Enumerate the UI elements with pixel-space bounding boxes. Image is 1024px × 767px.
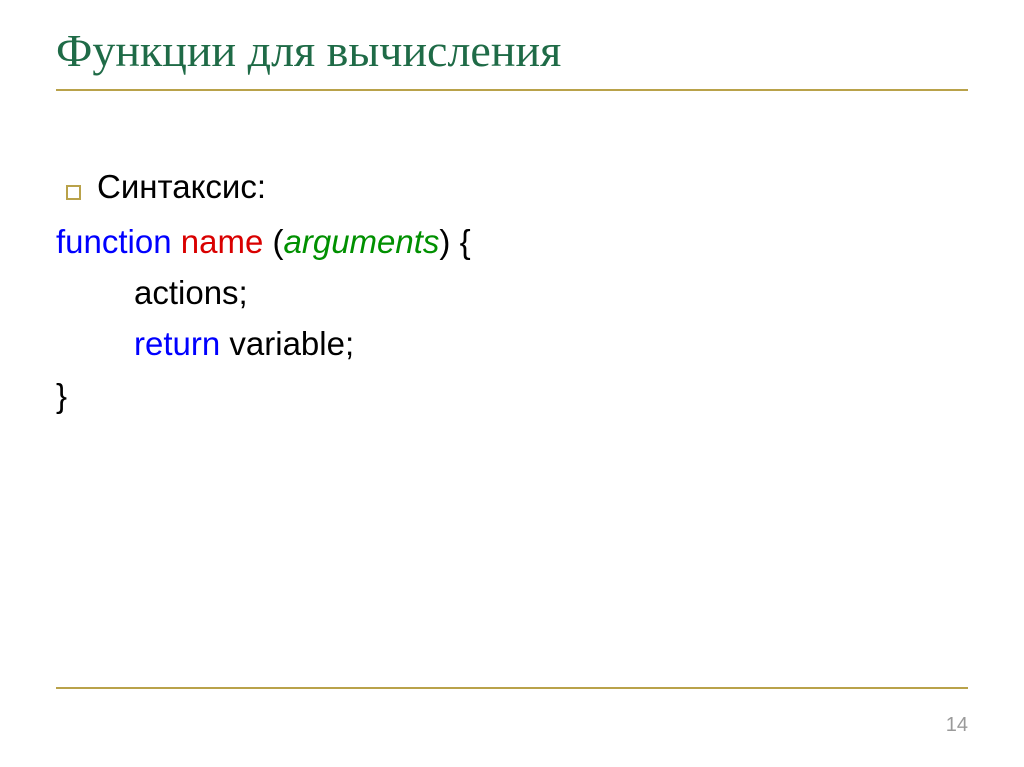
footer-divider	[56, 687, 968, 689]
slide: Функции для вычисления Синтаксис: functi…	[0, 0, 1024, 767]
code-line-1: function name (arguments) {	[56, 216, 968, 267]
code-line-3: return variable;	[56, 318, 968, 369]
code-variable: variable;	[229, 325, 354, 362]
slide-body: Синтаксис: function name (arguments) { a…	[56, 161, 968, 421]
bullet-label: Синтаксис:	[97, 161, 266, 212]
brace-close: }	[56, 377, 67, 414]
code-line-2: actions;	[56, 267, 968, 318]
paren-close-brace: ) {	[439, 223, 470, 260]
code-line-4: }	[56, 370, 968, 421]
code-arguments: arguments	[284, 223, 440, 260]
keyword-function: function	[56, 223, 172, 260]
code-name: name	[181, 223, 264, 260]
page-number: 14	[946, 714, 968, 737]
paren-open: (	[273, 223, 284, 260]
title-divider	[56, 89, 968, 91]
slide-title: Функции для вычисления	[56, 24, 968, 85]
bullet-item: Синтаксис:	[66, 161, 968, 212]
code-block: function name (arguments) { actions; ret…	[56, 216, 968, 421]
square-bullet-icon	[66, 185, 81, 200]
code-actions: actions;	[134, 274, 248, 311]
keyword-return: return	[134, 325, 220, 362]
